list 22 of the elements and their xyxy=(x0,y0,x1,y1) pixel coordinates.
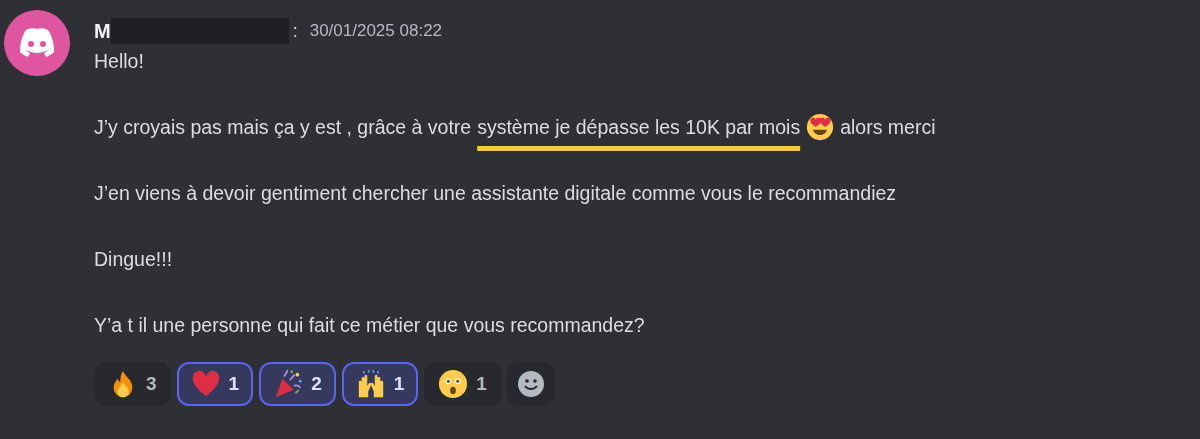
reaction-button[interactable]: 2 xyxy=(259,362,336,406)
underlined-text: système je dépasse les 10K par mois xyxy=(477,115,801,139)
timestamp: 30/01/2025 08:22 xyxy=(309,21,443,41)
game-controller-logo-icon xyxy=(18,28,56,58)
message-text: alors merci xyxy=(840,115,936,139)
message-text: J’en viens à devoir gentiment chercher une assistante digitale comme vous le recommandiez xyxy=(94,181,897,205)
name-separator: : xyxy=(292,20,298,42)
reaction-button[interactable]: 1 xyxy=(341,362,419,406)
message-text: J’y croyais pas mais ça y est , grâce à votre xyxy=(94,115,472,139)
author-name[interactable]: M xyxy=(94,19,111,43)
message-text: Hello! xyxy=(94,49,144,73)
reaction-button[interactable]: 1 xyxy=(424,362,501,406)
astonished-face-icon xyxy=(438,369,469,399)
add-reaction-button[interactable] xyxy=(506,362,555,406)
message-text: Dingue!!! xyxy=(94,247,173,271)
message-text: Y’a t il une personne qui fait ce métier que vous recommandez? xyxy=(94,313,645,337)
smiley-icon xyxy=(516,370,545,398)
party-popper-icon xyxy=(273,369,304,399)
reaction-button[interactable]: 3 xyxy=(94,362,171,406)
heart-eyes-face-icon xyxy=(806,113,835,141)
reaction-button[interactable]: 1 xyxy=(176,362,254,406)
heart-icon xyxy=(190,369,221,399)
